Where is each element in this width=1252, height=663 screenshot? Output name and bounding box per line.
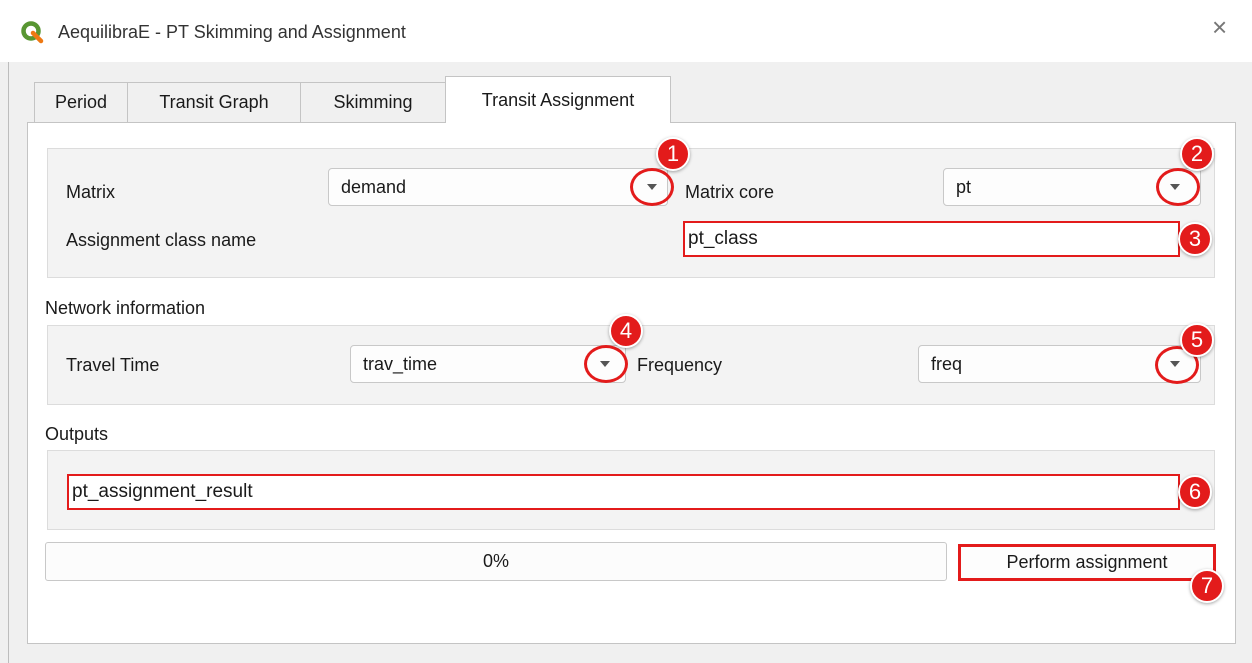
perform-assignment-button[interactable]: Perform assignment bbox=[958, 544, 1216, 581]
tab-transit-graph[interactable]: Transit Graph bbox=[127, 82, 301, 122]
network-information-label: Network information bbox=[45, 298, 206, 318]
frequency-select-value: freq bbox=[931, 353, 963, 374]
assignment-class-name-input[interactable]: pt_class bbox=[683, 221, 1180, 257]
outputs-label: Outputs bbox=[45, 424, 109, 444]
window-border bbox=[8, 62, 9, 663]
travel-time-label: Travel Time bbox=[66, 355, 160, 375]
annotation-ring bbox=[630, 168, 674, 206]
assignment-result-name-input[interactable]: pt_assignment_result bbox=[67, 474, 1180, 510]
matrix-label: Matrix bbox=[66, 182, 115, 202]
travel-time-select-value: trav_time bbox=[363, 353, 438, 374]
annotation-badge-5: 5 bbox=[1180, 323, 1214, 357]
assignment-class-name-label: Assignment class name bbox=[66, 230, 257, 250]
annotation-badge-2: 2 bbox=[1180, 137, 1214, 171]
matrix-core-label: Matrix core bbox=[685, 182, 775, 202]
annotation-badge-1: 1 bbox=[656, 137, 690, 171]
matrix-core-select-value: pt bbox=[956, 176, 972, 197]
progress-bar: 0% bbox=[45, 542, 947, 581]
matrix-select-value: demand bbox=[341, 176, 407, 197]
matrix-select[interactable]: demand bbox=[328, 168, 668, 206]
tab-transit-assignment[interactable]: Transit Assignment bbox=[445, 76, 671, 123]
window-title: AequilibraE - PT Skimming and Assignment bbox=[58, 22, 406, 42]
tab-period[interactable]: Period bbox=[34, 82, 128, 122]
frequency-label: Frequency bbox=[637, 355, 723, 375]
qgis-logo-icon bbox=[21, 21, 44, 44]
annotation-badge-6: 6 bbox=[1178, 475, 1212, 509]
annotation-ring bbox=[1156, 168, 1200, 206]
annotation-badge-3: 3 bbox=[1178, 222, 1212, 256]
close-icon[interactable]: × bbox=[1212, 14, 1227, 40]
annotation-ring bbox=[584, 345, 628, 383]
progress-text: 0% bbox=[482, 551, 509, 571]
annotation-badge-7: 7 bbox=[1190, 569, 1224, 603]
annotation-badge-4: 4 bbox=[609, 314, 643, 348]
tab-skimming[interactable]: Skimming bbox=[300, 82, 446, 122]
